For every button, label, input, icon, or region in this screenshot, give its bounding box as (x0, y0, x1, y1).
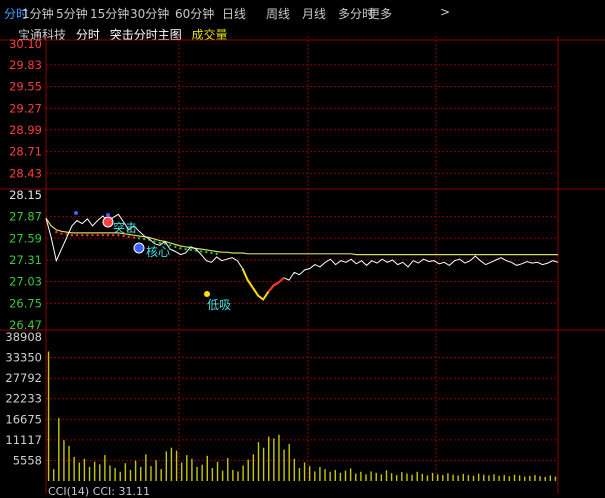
signal-dot-26 (179, 247, 182, 250)
signal-dot-8 (86, 234, 89, 237)
price-tick-11: 27.03 (9, 275, 42, 289)
dip-highlight-line (241, 268, 280, 301)
signal-dot-31 (205, 251, 208, 254)
signal-attack-label: 突击 (113, 221, 138, 235)
signal-dot-30 (199, 250, 203, 253)
signal-core-label: 核心 (146, 245, 171, 259)
signal-dot-9 (91, 234, 94, 237)
signal-dot-18 (137, 237, 141, 240)
signal-dot-3 (60, 232, 63, 235)
signal-buy-low-label: 低吸 (207, 298, 232, 312)
price-tick-8: 27.87 (9, 210, 42, 224)
cci-indicator-label: CCI(14) CCI: 31.11 (48, 485, 150, 498)
price-tick-0: 30.10 (9, 37, 42, 51)
signal-dot-5 (70, 234, 74, 237)
volume-tick-2: 27792 (5, 371, 42, 385)
signal-dot-6 (75, 234, 79, 237)
signal-dot-11 (101, 234, 105, 237)
signal-dot-2 (55, 230, 58, 234)
blue-dot-icon-2 (106, 213, 110, 217)
volume-tick-4: 16675 (5, 412, 42, 426)
price-tick-12: 26.75 (9, 296, 42, 310)
signal-dot-27 (184, 247, 187, 251)
signal-dot-7 (81, 234, 84, 237)
volume-tick-3: 22233 (5, 392, 42, 406)
attack-marker-icon (102, 216, 114, 228)
volume-tick-1: 33350 (5, 351, 42, 365)
signal-dot-33 (215, 252, 218, 255)
core-marker-icon (133, 242, 145, 254)
signal-dot-12 (106, 234, 110, 237)
intraday-chart: 30.10 29.83 29.55 29.27 28.99 28.71 28.43 28.15… (0, 36, 605, 494)
price-tick-3: 29.27 (9, 101, 42, 115)
signal-dot-10 (96, 234, 99, 237)
price-tick-4: 28.99 (9, 123, 42, 137)
signal-dot-17 (132, 236, 136, 239)
volume-tick-5: 11117 (5, 433, 42, 447)
signal-dot-25 (174, 245, 177, 249)
volume-tick-0: 38908 (5, 330, 42, 344)
signal-dot-28 (189, 248, 193, 252)
price-tick-10: 27.31 (9, 253, 42, 267)
signal-dot-32 (210, 251, 213, 255)
cci-name: CCI(14) (48, 485, 90, 498)
price-tick-1: 29.83 (9, 58, 42, 72)
price-tick-5: 28.71 (9, 145, 42, 159)
price-tick-9: 27.59 (9, 231, 42, 245)
cci-value: CCI: 31.11 (92, 485, 150, 498)
volume-tick-6: 5558 (13, 453, 42, 467)
signal-dot-19 (143, 237, 146, 241)
price-tick-7: 28.15 (9, 188, 42, 202)
blue-dot-icon (74, 211, 78, 215)
price-tick-2: 29.55 (9, 80, 42, 94)
rebound-highlight-line (267, 277, 285, 293)
price-tick-6: 28.43 (9, 166, 42, 180)
